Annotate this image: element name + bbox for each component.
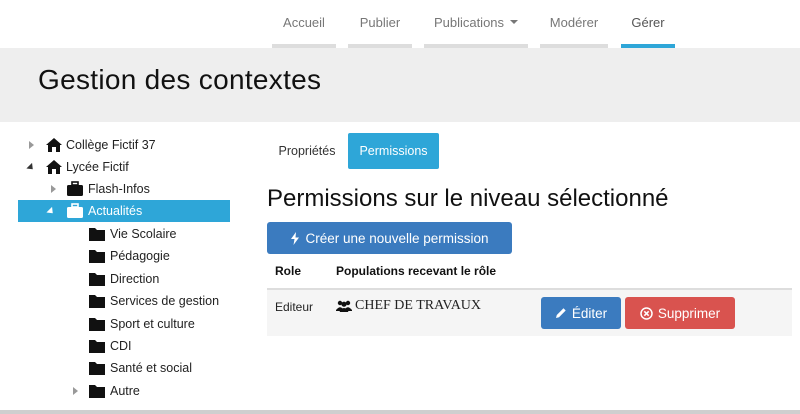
folder-icon: [89, 362, 105, 375]
tree-node-sante-social[interactable]: Santé et social: [18, 357, 230, 379]
column-header-role: Role: [275, 264, 302, 278]
bottom-border: [0, 410, 800, 414]
briefcase-icon: [67, 181, 83, 196]
tree-node-services-gestion[interactable]: Services de gestion: [18, 290, 230, 312]
delete-label: Supprimer: [657, 305, 721, 321]
users-icon: [336, 300, 352, 312]
tree-node-sport-culture[interactable]: Sport et culture: [18, 313, 230, 335]
create-permission-label: Créer une nouvelle permission: [305, 230, 489, 246]
bolt-icon: [291, 231, 300, 245]
edit-button[interactable]: Éditer: [541, 297, 621, 329]
column-header-populations: Populations recevant le rôle: [336, 264, 497, 278]
tree-node-label: Flash-Infos: [88, 182, 150, 196]
nav-publier[interactable]: Publier: [348, 0, 412, 48]
folder-icon: [89, 228, 105, 241]
tree-node-actualites[interactable]: Actualités: [18, 200, 230, 222]
expand-icon[interactable]: [26, 140, 36, 150]
nav-accueil[interactable]: Accueil: [272, 0, 336, 48]
tab-proprietes-label: Propriétés: [278, 144, 336, 158]
tree-node-label: Direction: [110, 272, 160, 286]
tab-permissions-label: Permissions: [359, 144, 428, 158]
tree-node-label: Lycée Fictif: [66, 160, 129, 174]
edit-label: Éditer: [571, 305, 608, 321]
nav-publications[interactable]: Publications: [424, 0, 528, 48]
nav-moderer[interactable]: Modérer: [540, 0, 608, 48]
tree-node-label: CDI: [110, 339, 132, 353]
population-cell: CHEF DE TRAVAUX: [336, 298, 481, 314]
close-circle-icon: [640, 306, 653, 320]
expand-icon[interactable]: [70, 386, 80, 396]
tree-node-direction[interactable]: Direction: [18, 268, 230, 290]
expand-icon[interactable]: [48, 184, 58, 194]
tree-node-label: Vie Scolaire: [110, 227, 177, 241]
nav-publications-label: Publications: [433, 14, 505, 30]
page-header: Gestion des contextes: [0, 48, 800, 122]
nav-publier-label: Publier: [359, 14, 401, 30]
tree-node-label: Collège Fictif 37: [66, 138, 156, 152]
collapse-icon[interactable]: [46, 206, 56, 216]
page-title: Gestion des contextes: [38, 64, 322, 95]
home-icon: [46, 138, 62, 152]
tree-node-lycee[interactable]: Lycée Fictif: [18, 156, 230, 178]
tree-node-label: Sport et culture: [110, 317, 195, 331]
tab-permissions[interactable]: Permissions: [348, 133, 439, 169]
create-permission-button[interactable]: Créer une nouvelle permission: [267, 222, 512, 254]
folder-icon: [89, 385, 105, 398]
tree-node-vie-scolaire[interactable]: Vie Scolaire: [18, 223, 230, 245]
tree-node-label: Pédagogie: [110, 249, 170, 263]
population-label: CHEF DE TRAVAUX: [355, 298, 482, 313]
briefcase-icon: [67, 203, 83, 218]
tree-node-flash-infos[interactable]: Flash-Infos: [18, 178, 230, 200]
tree-node-label: Santé et social: [110, 361, 192, 375]
nav-gerer-label: Gérer: [631, 14, 665, 30]
collapse-icon[interactable]: [26, 162, 36, 172]
nav-accueil-label: Accueil: [283, 14, 325, 30]
tree-node-label: Actualités: [88, 204, 143, 218]
role-cell: Editeur: [275, 300, 314, 314]
tree-node-cdi[interactable]: CDI: [18, 335, 230, 357]
folder-icon: [89, 250, 105, 263]
tree-node-pedagogie[interactable]: Pédagogie: [18, 245, 230, 267]
nav-gerer[interactable]: Gérer: [621, 0, 675, 48]
folder-icon: [89, 318, 105, 331]
tree-node-label: Services de gestion: [110, 294, 220, 308]
pencil-icon: [555, 308, 566, 318]
tree-node-autre[interactable]: Autre: [18, 380, 230, 402]
tree-node-college[interactable]: Collège Fictif 37: [18, 134, 230, 156]
folder-icon: [89, 295, 105, 308]
nav-moderer-label: Modérer: [549, 14, 599, 30]
tab-proprietes[interactable]: Propriétés: [270, 133, 344, 169]
tree-node-label: Autre: [110, 384, 140, 398]
home-icon: [46, 160, 62, 174]
folder-icon: [89, 273, 105, 286]
chevron-down-icon: [510, 20, 519, 24]
delete-button[interactable]: Supprimer: [625, 297, 735, 329]
top-nav: Accueil Publier Publications Modérer Gér…: [0, 0, 800, 48]
section-title: Permissions sur le niveau sélectionné: [267, 185, 669, 212]
folder-icon: [89, 340, 105, 353]
